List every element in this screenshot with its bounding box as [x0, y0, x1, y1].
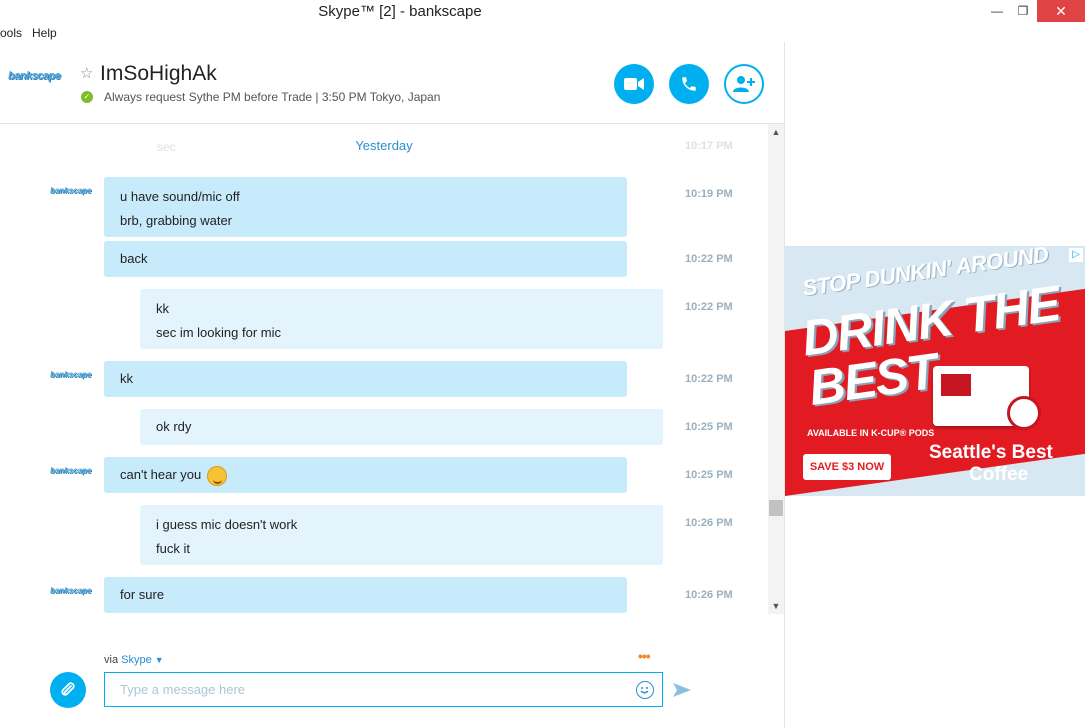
minimize-button[interactable]: —	[985, 0, 1009, 22]
message-timestamp: 10:26 PM	[685, 517, 733, 529]
via-label: via	[104, 654, 119, 666]
message-timestamp: 10:22 PM	[685, 373, 733, 385]
send-button[interactable]	[673, 683, 691, 697]
message-text: can't hear you	[120, 467, 202, 482]
ad-kcup-text: AVAILABLE IN K-CUP® PODS	[807, 428, 935, 438]
sender-avatar[interactable]: bankscape	[50, 186, 91, 200]
contact-avatar[interactable]: bankscape	[8, 70, 72, 92]
video-call-button[interactable]	[614, 64, 654, 104]
close-button[interactable]: ✕	[1037, 0, 1085, 22]
favorite-star-icon[interactable]: ☆	[80, 64, 93, 82]
message-text: i guess mic doesn't work	[156, 517, 298, 532]
message-bubble[interactable]: kk sec im looking for mic	[140, 289, 663, 349]
ad-brand-name: Seattle's Best	[929, 442, 1053, 463]
message-timestamp: 10:25 PM	[685, 469, 733, 481]
day-separator: Yesterday	[355, 138, 413, 153]
message-timestamp: 10:22 PM	[685, 301, 733, 313]
message-input[interactable]	[104, 672, 663, 707]
add-person-icon	[733, 76, 755, 92]
smiley-tongue-icon	[206, 465, 227, 486]
message-text: kk	[120, 371, 133, 386]
message-timestamp: 10:19 PM	[685, 188, 733, 200]
message-text: u have sound/mic off	[120, 189, 240, 204]
emoticon-picker-icon[interactable]	[636, 681, 654, 699]
title-bar: Skype™ [2] - bankscape — ❐ ✕	[0, 0, 1085, 22]
advertisement-banner[interactable]: ▷ STOP DUNKIN' AROUND DRINK THE BEST AVA…	[785, 246, 1085, 496]
ad-cta-button[interactable]: SAVE $3 NOW	[803, 454, 891, 480]
send-arrow-icon	[673, 683, 691, 697]
chevron-down-icon[interactable]: ▼	[155, 655, 164, 665]
attach-button[interactable]	[50, 672, 86, 708]
message-timestamp: 10:25 PM	[685, 421, 733, 433]
paperclip-icon	[61, 682, 75, 696]
message-bubble[interactable]: kk	[104, 361, 627, 397]
more-options-icon[interactable]: •••	[638, 648, 651, 664]
message-bubble[interactable]: for sure	[104, 577, 627, 613]
mood-message: Always request Sythe PM before Trade | 3…	[104, 90, 441, 104]
menu-bar: ools Help	[0, 22, 784, 42]
message-text: fuck it	[156, 541, 190, 556]
scroll-thumb[interactable]	[769, 500, 783, 516]
message-timestamp: 10:22 PM	[685, 253, 733, 265]
menu-help[interactable]: Help	[32, 26, 57, 40]
add-people-button[interactable]	[724, 64, 764, 104]
message-bubble[interactable]: can't hear you	[104, 457, 627, 493]
video-camera-icon	[624, 78, 644, 90]
conversation-scrollbar[interactable]: ▲ ▼	[768, 124, 784, 614]
message-text: ok rdy	[156, 419, 192, 434]
sender-avatar[interactable]: bankscape	[50, 586, 91, 600]
phone-icon	[682, 77, 696, 91]
message-bubble[interactable]: u have sound/mic off brb, grabbing water	[104, 177, 627, 237]
ad-info-icon[interactable]: ▷	[1069, 248, 1083, 262]
message-bubble[interactable]: i guess mic doesn't work fuck it	[140, 505, 663, 565]
message-bubble[interactable]: ok rdy	[140, 409, 663, 445]
voice-call-button[interactable]	[669, 64, 709, 104]
message-bubble[interactable]: back	[104, 241, 627, 277]
via-service[interactable]: Skype	[121, 654, 152, 666]
conversation-header: bankscape ☆ ImSoHighAk ✓ Always request …	[0, 42, 784, 124]
sender-avatar[interactable]: bankscape	[50, 466, 91, 480]
contact-name[interactable]: ImSoHighAk	[100, 62, 217, 86]
window-title: Skype™ [2] - bankscape	[318, 3, 482, 20]
maximize-button[interactable]: ❐	[1010, 0, 1036, 22]
conversation-history[interactable]: sec 10:17 PM Yesterday bankscape u have …	[0, 124, 768, 614]
message-text: for sure	[120, 587, 165, 602]
message-timestamp: 10:26 PM	[685, 589, 733, 601]
via-selector[interactable]: via Skype ▼	[104, 654, 164, 666]
ad-kcup-icon	[1007, 396, 1041, 430]
menu-tools[interactable]: ools	[0, 26, 22, 40]
message-text: back	[120, 251, 148, 266]
online-status-icon: ✓	[81, 91, 93, 103]
ad-brand-name-line2: Coffee	[969, 464, 1029, 485]
message-text: sec im looking for mic	[156, 325, 281, 340]
message-text: kk	[156, 301, 169, 316]
scroll-up-arrow-icon[interactable]: ▲	[768, 124, 784, 140]
message-text: brb, grabbing water	[120, 213, 233, 228]
scroll-down-arrow-icon[interactable]: ▼	[768, 598, 784, 614]
sender-avatar[interactable]: bankscape	[50, 370, 91, 384]
